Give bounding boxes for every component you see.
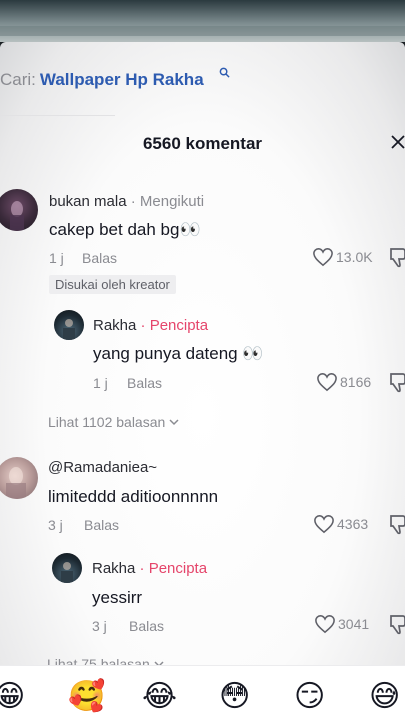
like-count: 3041: [338, 616, 370, 632]
comment-username[interactable]: bukan mala · Mengikuti: [49, 193, 204, 210]
like-count: 13.0K: [336, 249, 373, 265]
dislike-icon[interactable]: [389, 371, 405, 393]
divider: [0, 115, 115, 116]
search-prefix: Cari:: [0, 70, 36, 89]
comment-username[interactable]: Rakha · Pencipta: [93, 317, 208, 334]
avatar[interactable]: [0, 189, 38, 231]
comment-username[interactable]: @Ramadaniea~: [48, 459, 157, 476]
creator-label: · Pencipta: [135, 560, 208, 577]
dislike-icon[interactable]: [389, 613, 405, 635]
like-count: 8166: [340, 374, 372, 390]
reply-button[interactable]: Balas: [82, 250, 117, 266]
close-icon[interactable]: [390, 134, 405, 150]
heart-icon: [317, 373, 337, 392]
comment-time: 3 j: [92, 618, 107, 634]
like-button[interactable]: 8166: [316, 372, 371, 392]
reply-button[interactable]: Balas: [127, 375, 162, 391]
avatar[interactable]: [52, 553, 82, 583]
view-replies-button[interactable]: Lihat 1102 balasan: [48, 414, 179, 430]
heart-icon: [314, 515, 334, 534]
emoji-button[interactable]: 😏: [294, 682, 325, 712]
comments-count-title: 6560 komentar: [142, 134, 263, 153]
emoji-button[interactable]: 😁: [0, 682, 25, 712]
emoji-button[interactable]: 😅: [369, 682, 400, 712]
video-background: [0, 0, 405, 42]
heart-icon: [313, 248, 333, 267]
emoji-quick-bar: 😁 🥰 😂 😳 😏 😅: [0, 665, 405, 720]
reply-button[interactable]: Balas: [129, 618, 164, 634]
comment-username[interactable]: Rakha · Pencipta: [92, 560, 207, 577]
comment-text: yessirr: [92, 588, 143, 607]
like-button[interactable]: 4363: [313, 514, 368, 534]
emoji-button[interactable]: 😂: [142, 682, 177, 712]
comment-time: 1 j: [49, 250, 64, 266]
like-count: 4363: [337, 516, 369, 532]
dislike-icon[interactable]: [389, 513, 405, 535]
comment-text: limiteddd aditioonnnnn: [48, 487, 219, 506]
creator-label: · Pencipta: [136, 317, 209, 334]
creator-liked-badge: Disukai oleh kreator: [49, 275, 176, 294]
search-suggestion[interactable]: Cari: Wallpaper Hp Rakha: [0, 66, 230, 94]
reply-button[interactable]: Balas: [84, 517, 119, 533]
like-button[interactable]: 13.0K: [312, 247, 373, 267]
comment-text: yang punya dateng 👀: [93, 344, 264, 363]
comment-time: 1 j: [93, 375, 108, 391]
comments-sheet: Cari: Wallpaper Hp Rakha 6560 komentar b…: [0, 42, 405, 720]
follow-status: · Mengikuti: [126, 193, 205, 210]
search-icon: [219, 67, 230, 78]
like-button[interactable]: 3041: [314, 614, 369, 634]
search-term[interactable]: Wallpaper Hp Rakha: [40, 70, 204, 90]
comment-text: cakep bet dah bg👀: [49, 220, 201, 239]
dislike-icon[interactable]: [389, 246, 405, 268]
emoji-button[interactable]: 😳: [219, 682, 250, 712]
chevron-down-icon: [169, 419, 179, 426]
avatar[interactable]: [0, 457, 38, 499]
comment-time: 3 j: [48, 517, 63, 533]
emoji-button[interactable]: 🥰: [68, 682, 105, 712]
heart-icon: [315, 615, 335, 634]
avatar[interactable]: [54, 310, 84, 340]
